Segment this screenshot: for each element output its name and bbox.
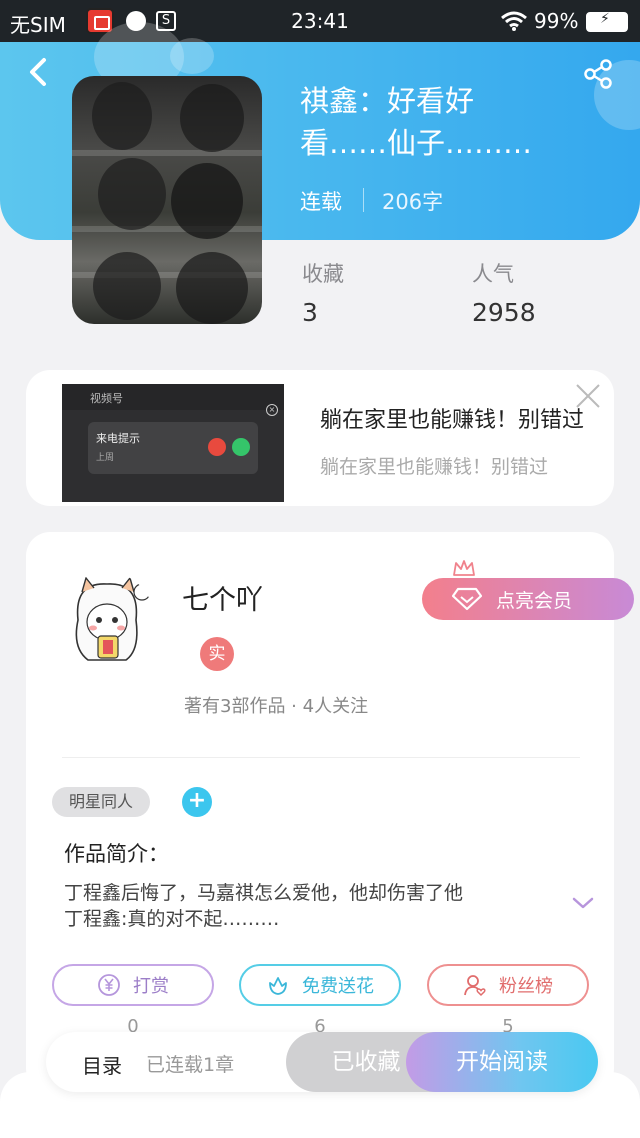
cover-figures-image (92, 82, 248, 324)
fans-ranking-button[interactable]: 粉丝榜 (427, 964, 589, 1006)
book-cover[interactable] (72, 76, 262, 324)
intro-line: 丁程鑫后悔了，马嘉祺怎么爱他，他却伤害了他 (64, 882, 464, 904)
verified-badge: 实 (200, 637, 234, 671)
stat-value-favorites: 3 (302, 298, 318, 327)
book-title: 祺鑫：好看好 看……仙子……… (300, 80, 600, 164)
fans-icon (464, 975, 486, 997)
book-title-line: 祺鑫：好看好 (300, 84, 475, 118)
divider (363, 188, 364, 212)
ad-title[interactable]: 躺在家里也能赚钱！别错过 (320, 402, 614, 434)
ad-thumbnail[interactable]: 视频号 × 来电提示 上周 (62, 384, 284, 502)
send-flower-button[interactable]: 免费送花 (239, 964, 401, 1006)
back-arrow-icon[interactable] (24, 56, 52, 88)
fans-ranking-label: 粉丝榜 (499, 976, 553, 997)
tip-button-label: 打赏 (133, 976, 169, 997)
flower-icon (269, 977, 287, 995)
intro-line: 丁程鑫:真的对不起……… (64, 908, 280, 930)
status-bar: 无SIM S 23:41 99% (0, 0, 640, 42)
vip-button-label: 点亮会员 (496, 589, 573, 612)
book-status: 连载 (300, 190, 342, 214)
category-tag[interactable]: 明星同人 (52, 787, 150, 817)
divider (62, 757, 580, 758)
stat-value-popularity: 2958 (472, 298, 536, 327)
avatar-illustration (75, 576, 151, 661)
yen-coin-icon (98, 974, 120, 996)
catalog-button[interactable]: 目录 (82, 1050, 122, 1079)
author-name[interactable]: 七个吖 (182, 578, 263, 617)
wifi-icon (501, 11, 527, 31)
vip-button[interactable]: 点亮会员 (422, 578, 634, 620)
stat-label-favorites: 收藏 (302, 262, 344, 286)
start-reading-button[interactable]: 开始阅读 (406, 1032, 598, 1092)
send-flower-label: 免费送花 (302, 976, 374, 997)
battery-icon (586, 11, 628, 32)
avatar[interactable] (60, 572, 154, 666)
stat-label-popularity: 人气 (472, 262, 514, 286)
ad-popup-sub: 上周 (96, 453, 115, 463)
intro-text: 丁程鑫后悔了，马嘉祺怎么爱他，他却伤害了他 丁程鑫:真的对不起……… (64, 880, 544, 932)
ad-close-icon[interactable] (574, 382, 602, 410)
intro-heading: 作品简介： (64, 842, 169, 866)
ad-thumb-topbar: 视频号 (62, 384, 284, 410)
ad-thumb-app-name: 视频号 (90, 392, 123, 405)
chapter-count[interactable]: 已连载1章 (146, 1050, 234, 1077)
add-tag-button[interactable]: + (182, 787, 212, 817)
crown-icon (453, 560, 475, 576)
header-decoration (170, 38, 214, 74)
chevron-down-icon[interactable] (570, 894, 596, 912)
ad-thumb-close-icon: × (266, 404, 278, 416)
battery-percent: 99% (534, 9, 579, 33)
ad-subtitle: 躺在家里也能赚钱！别错过 (320, 456, 549, 478)
author-meta: 著有3部作品 · 4人关注 (184, 696, 369, 717)
diamond-icon (452, 587, 482, 611)
accept-call-icon (232, 438, 250, 456)
book-title-line: 看……仙子……… (300, 126, 533, 160)
ad-popup-title: 来电提示 (96, 432, 140, 445)
decline-call-icon (208, 438, 226, 456)
word-count: 206字 (382, 190, 444, 214)
tip-button[interactable]: 打赏 (52, 964, 214, 1006)
ad-thumb-call-popup: 来电提示 上周 (88, 422, 258, 474)
